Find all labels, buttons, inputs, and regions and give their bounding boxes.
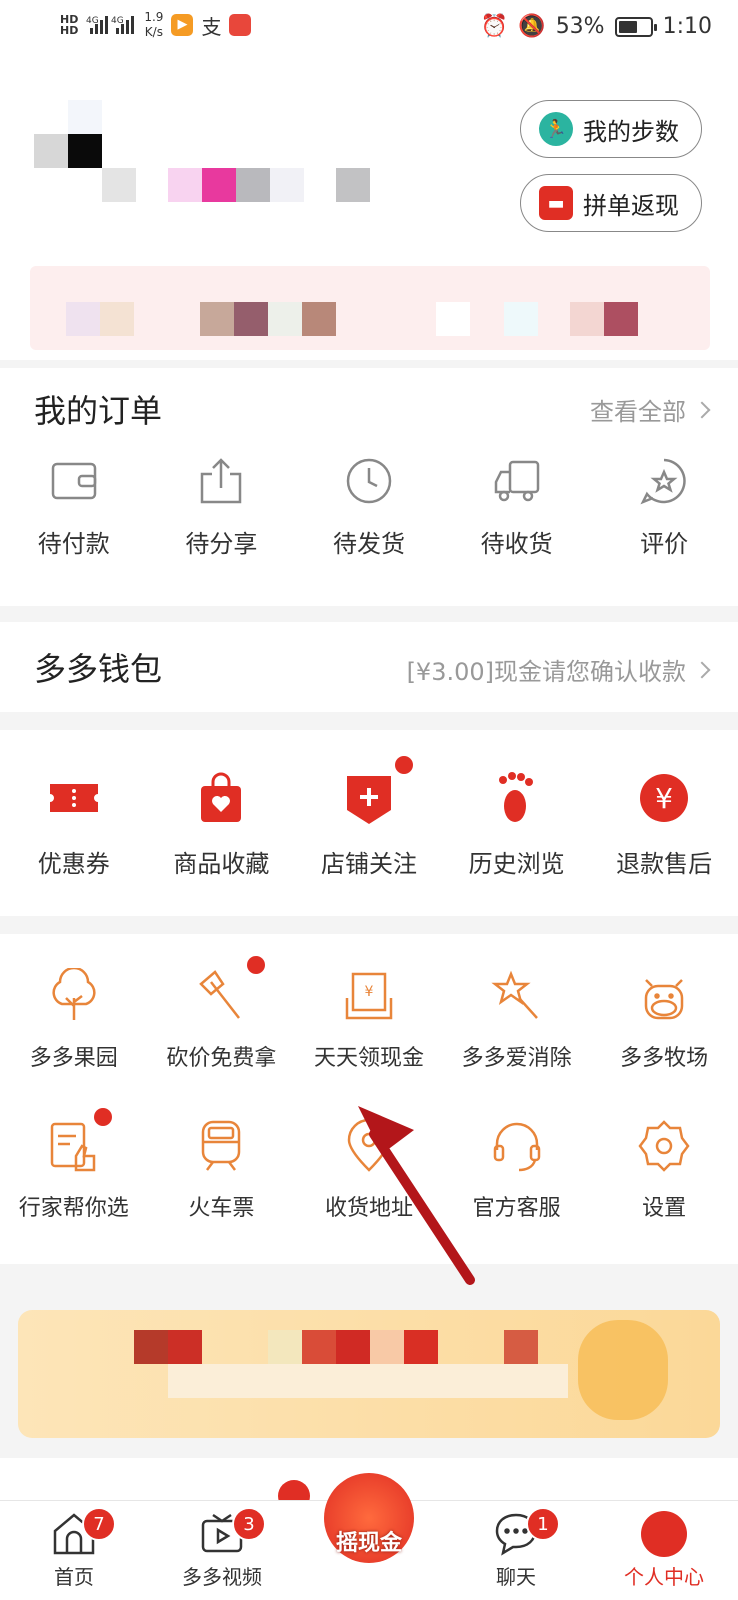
share-icon xyxy=(201,458,242,504)
my-steps-label: 我的步数 xyxy=(583,117,679,146)
train-ticket-entry[interactable]: 火车票 xyxy=(148,1118,296,1222)
alarm-icon: ⏰ xyxy=(480,14,509,39)
refund-entry[interactable]: ¥ 退款售后 xyxy=(590,770,738,879)
bargain-entry[interactable]: 砍价免费拿 xyxy=(148,956,296,1072)
annotation-arrow xyxy=(358,1106,475,1285)
tab-profile[interactable]: 个人中心 xyxy=(604,1511,724,1590)
chevron-right-icon xyxy=(693,661,711,678)
expert-pick-entry[interactable]: 行家帮你选 xyxy=(0,1108,148,1222)
network-speed: 1.9 K/s xyxy=(144,10,164,39)
my-steps-button[interactable]: 🏃 我的步数 xyxy=(520,100,702,158)
video-badge: 3 xyxy=(232,1507,266,1541)
notification-dot xyxy=(394,756,413,774)
history-entry[interactable]: 历史浏览 xyxy=(443,770,591,879)
notification-dot xyxy=(93,1108,112,1126)
notification-dot xyxy=(247,956,266,974)
coupon-entry[interactable]: 优惠券 xyxy=(0,770,148,879)
axe-icon xyxy=(199,970,241,1019)
star-wand-icon xyxy=(490,970,538,1019)
svg-text:¥: ¥ xyxy=(655,782,673,815)
view-all-orders-link[interactable]: 查看全部 xyxy=(590,392,711,427)
order-status-row: 待付款 待分享 待发货 待收货 评价 xyxy=(0,456,738,559)
match-game-entry[interactable]: 多多爱消除 xyxy=(443,968,591,1072)
status-right: ⏰ 🔕 53% 1:10 xyxy=(481,14,712,39)
chevron-right-icon xyxy=(693,401,711,418)
bottom-tab-bar: 7 首页 3 多多视频 摇现金 1 聊天 个人中心 xyxy=(0,1473,738,1600)
tree-icon xyxy=(52,968,96,1020)
chat-badge: 1 xyxy=(526,1507,560,1541)
tab-video[interactable]: 3 多多视频 xyxy=(162,1507,282,1590)
battery-icon xyxy=(614,16,657,37)
mute-bell-icon: 🔕 xyxy=(518,14,546,39)
gear-icon xyxy=(638,1120,690,1172)
tools-row-1: 多多果园 砍价免费拿 ¥ 天天领现金 多多爱消除 多多牧场 xyxy=(0,956,738,1072)
tab-home[interactable]: 7 首页 xyxy=(14,1507,134,1590)
orchard-entry[interactable]: 多多果园 xyxy=(0,968,148,1072)
order-pending-receipt[interactable]: 待收货 xyxy=(443,456,591,559)
tab-shake-cash[interactable]: 摇现金 xyxy=(309,1473,429,1563)
favorites-entry[interactable]: 商品收藏 xyxy=(148,770,296,879)
red-envelope-icon: ▬ xyxy=(539,186,573,220)
services-card: 优惠券 商品收藏 店铺关注 历史浏览 ¥ 退款售后 xyxy=(0,730,738,916)
headset-icon xyxy=(493,1122,540,1172)
avatar-and-username-mosaic[interactable] xyxy=(34,100,374,210)
order-pending-payment[interactable]: 待付款 xyxy=(0,456,148,559)
tab-chat[interactable]: 1 聊天 xyxy=(456,1507,576,1590)
alipay-icon: 支 xyxy=(201,14,222,39)
clock-time: 1:10 xyxy=(662,14,712,39)
settings-entry[interactable]: 设置 xyxy=(590,1118,738,1222)
wallet-notice-link[interactable]: [¥3.00]现金请您确认收款 xyxy=(407,652,711,687)
order-pending-share[interactable]: 待分享 xyxy=(148,456,296,559)
wallet-card[interactable]: 多多钱包 [¥3.00]现金请您确认收款 xyxy=(0,622,738,712)
hd-signal-icon: HD HD xyxy=(60,13,79,37)
shake-cash-icon: 摇现金 xyxy=(324,1473,414,1563)
order-review[interactable]: 评价 xyxy=(590,456,738,559)
cow-icon xyxy=(644,979,684,1020)
status-bar: HD HD 4G 4G 1.9 K/s ▶ 支 ⏰ 🔕 53% 1:10 xyxy=(0,0,738,56)
profile-icon xyxy=(641,1511,687,1557)
blurred-banner[interactable] xyxy=(30,266,710,350)
refund-yen-icon: ¥ xyxy=(640,774,689,822)
review-star-icon xyxy=(640,458,686,505)
promo-banner[interactable] xyxy=(18,1310,720,1438)
favorite-bag-icon xyxy=(201,772,242,822)
huawei-app-icon xyxy=(229,14,252,36)
group-cashback-button[interactable]: ▬ 拼单返现 xyxy=(520,174,702,232)
cash-envelope-icon: ¥ xyxy=(345,972,393,1020)
group-cashback-label: 拼单返现 xyxy=(583,191,679,220)
store-follow-entry[interactable]: 店铺关注 xyxy=(295,756,443,879)
coupon-icon xyxy=(49,784,98,812)
battery-percent: 53% xyxy=(555,14,605,39)
signal-bars-icon: 4G 4G xyxy=(86,16,135,34)
footprint-icon xyxy=(498,772,533,822)
wallet-title: 多多钱包 xyxy=(34,650,163,688)
status-left: HD HD 4G 4G 1.9 K/s ▶ 支 xyxy=(60,10,252,40)
play-app-icon: ▶ xyxy=(171,14,194,36)
orders-card: 我的订单 查看全部 待付款 待分享 待发货 待收货 评价 xyxy=(0,368,738,606)
truck-icon xyxy=(494,460,539,502)
running-man-icon: 🏃 xyxy=(539,112,573,146)
daily-cash-entry[interactable]: ¥ 天天领现金 xyxy=(295,968,443,1072)
orders-title: 我的订单 xyxy=(34,392,163,430)
home-badge: 7 xyxy=(82,1507,116,1541)
store-follow-icon xyxy=(346,776,391,824)
expert-pick-icon xyxy=(50,1122,96,1172)
services-row: 优惠券 商品收藏 店铺关注 历史浏览 ¥ 退款售后 xyxy=(0,756,738,879)
clock-icon xyxy=(346,458,392,504)
train-icon xyxy=(202,1120,241,1171)
svg-text:¥: ¥ xyxy=(365,984,374,1000)
ranch-entry[interactable]: 多多牧场 xyxy=(590,968,738,1072)
wallet-icon xyxy=(51,462,97,500)
order-pending-shipment[interactable]: 待发货 xyxy=(295,456,443,559)
profile-header: 🏃 我的步数 ▬ 拼单返现 xyxy=(0,56,738,360)
